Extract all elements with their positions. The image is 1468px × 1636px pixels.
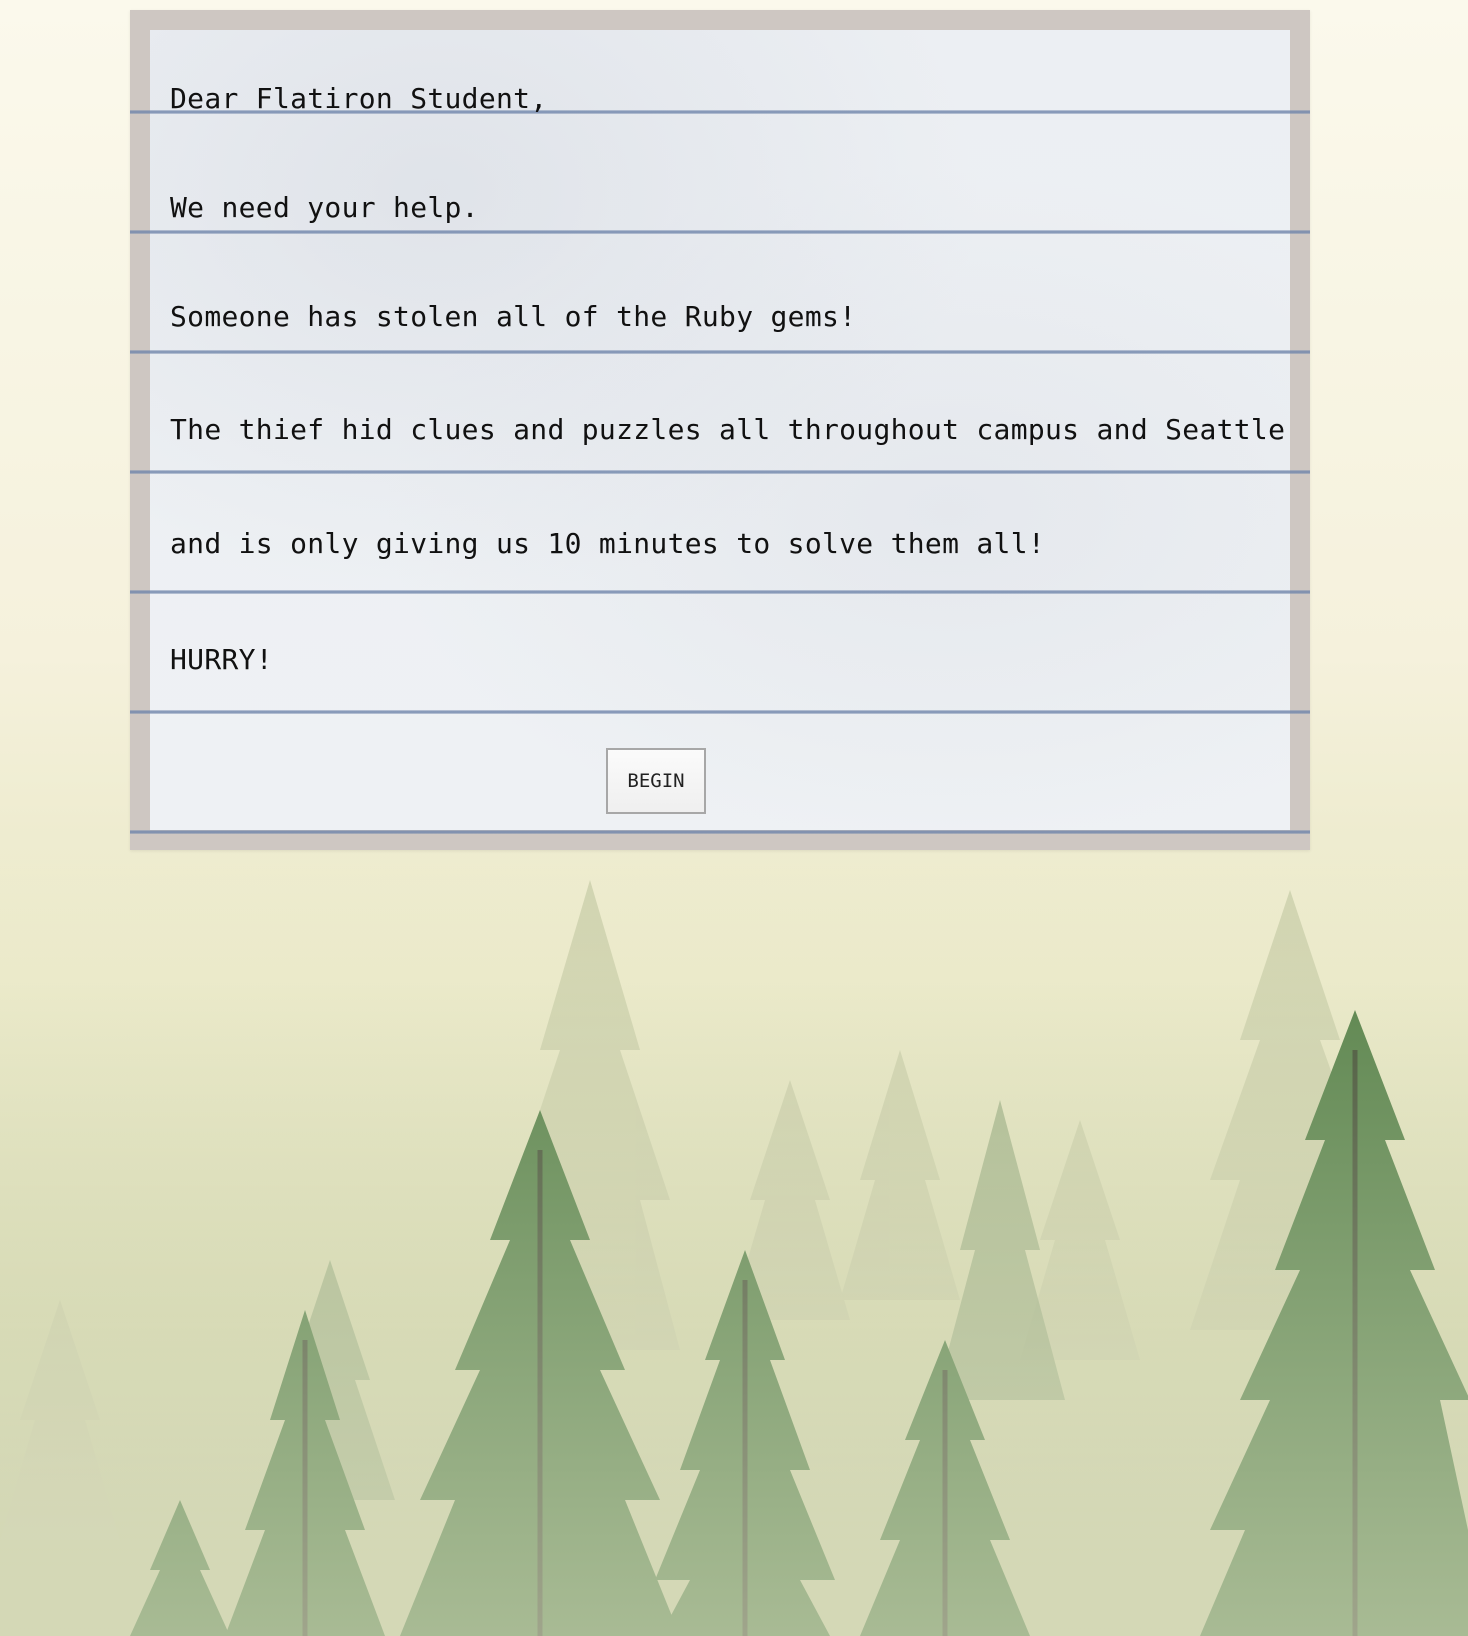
paper-rule-line	[130, 230, 1310, 234]
letter-greeting: Dear Flatiron Student,	[170, 82, 548, 115]
paper-rule-line	[130, 710, 1310, 714]
letter-line-stolen: Someone has stolen all of the Ruby gems!	[170, 300, 857, 333]
paper-rule-line	[130, 830, 1310, 834]
letter-line-help: We need your help.	[170, 191, 479, 224]
letter-line-clues: The thief hid clues and puzzles all thro…	[170, 413, 1286, 446]
letter-line-time-limit: and is only giving us 10 minutes to solv…	[170, 527, 1046, 560]
paper-rule-line	[130, 470, 1310, 474]
letter-line-hurry: HURRY!	[170, 643, 273, 676]
paper-rule-line	[130, 350, 1310, 354]
begin-button[interactable]: BEGIN	[606, 748, 706, 814]
letter-card: Dear Flatiron Student, We need your help…	[130, 10, 1310, 850]
paper-rule-line	[130, 590, 1310, 594]
